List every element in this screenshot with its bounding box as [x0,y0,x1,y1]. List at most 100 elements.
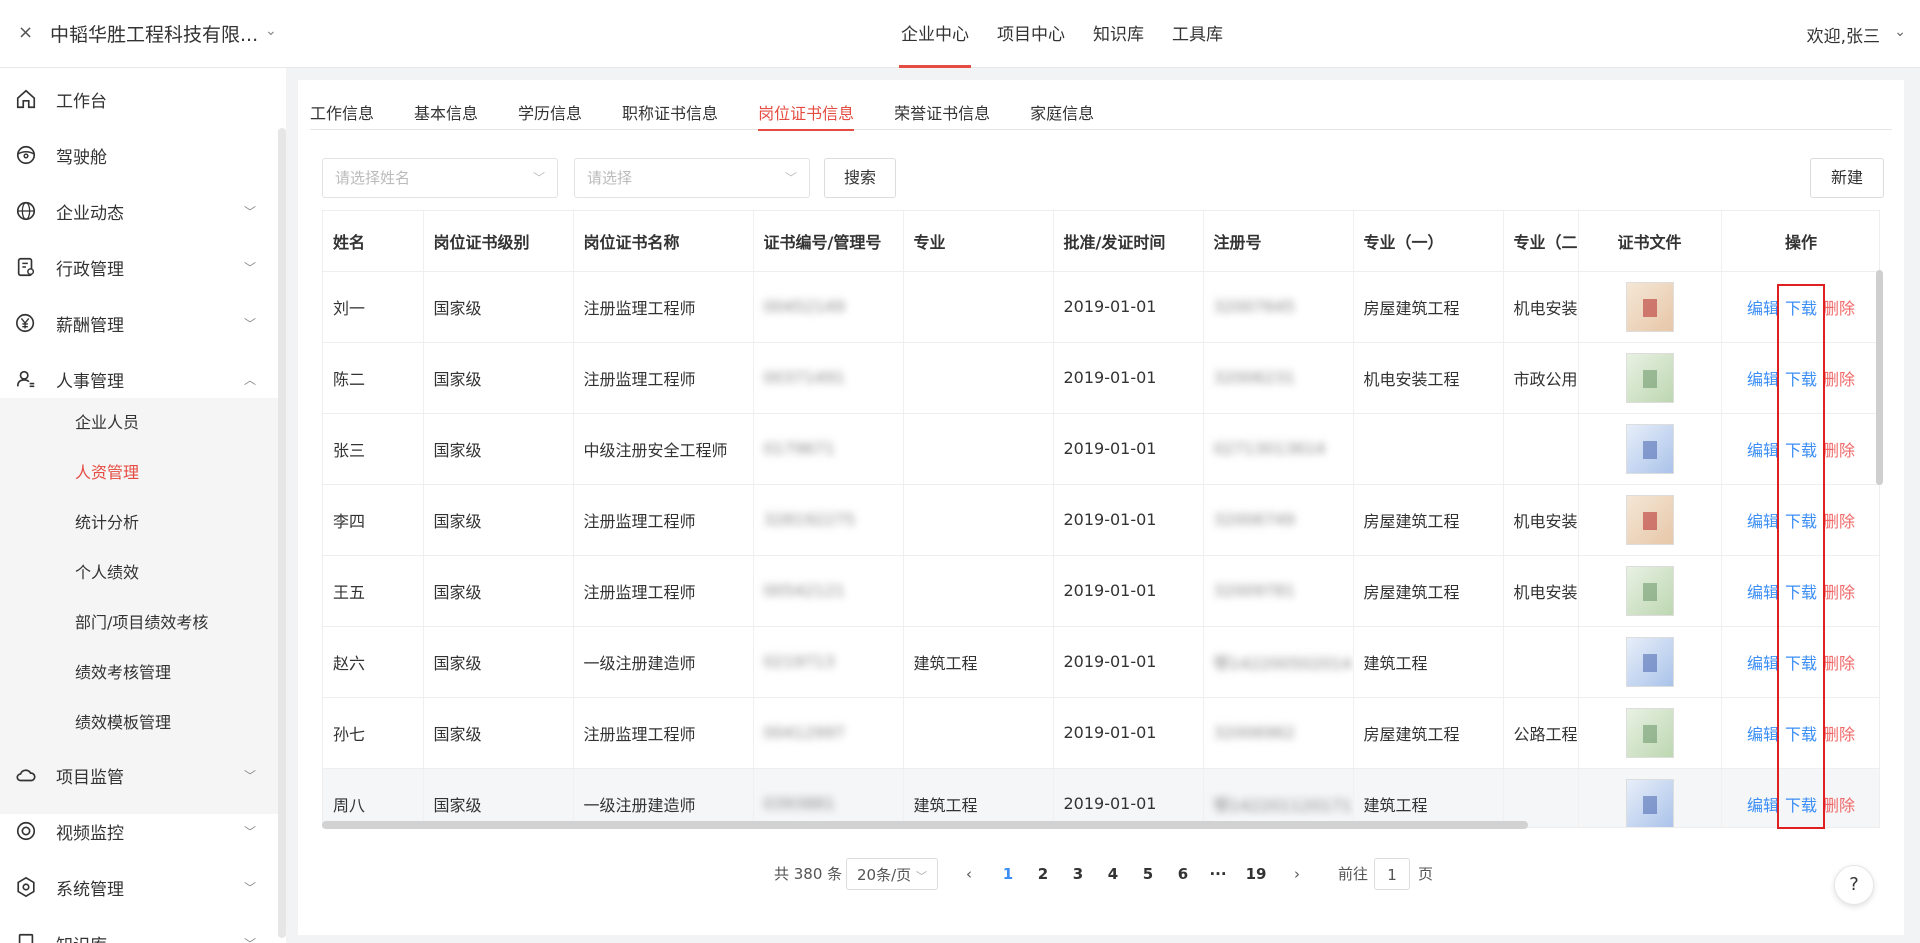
tab-family-info[interactable]: 家庭信息 [1030,100,1114,130]
tab-title-certificate[interactable]: 职称证书信息 [622,100,738,130]
certificate-thumbnail[interactable] [1625,707,1674,758]
user-welcome[interactable]: 欢迎,张三 [1807,22,1880,47]
sidebar-subitem-staff[interactable]: 企业人员 [0,398,278,448]
delete-link[interactable]: 删除 [1823,441,1855,460]
sidebar-subitem-dept-performance[interactable]: 部门/项目绩效考核 [0,598,278,648]
chevron-up-icon: ︿ [243,372,256,387]
delete-link[interactable]: 删除 [1823,725,1855,744]
sidebar-item-cockpit[interactable]: 驾驶舱 [0,128,278,182]
sidebar-item-label: 工作台 [56,91,107,112]
delete-link[interactable]: 删除 [1823,370,1855,389]
delete-link[interactable]: 删除 [1823,583,1855,602]
yen-icon [14,311,38,335]
sidebar-item-workbench[interactable]: 工作台 [0,72,278,126]
edit-link[interactable]: 编辑 [1747,299,1779,318]
redacted-value: 00412997 [763,723,845,742]
edit-link[interactable]: 编辑 [1747,512,1779,531]
delete-link[interactable]: 删除 [1823,512,1855,531]
nav-knowledge-base[interactable]: 知识库 [1079,0,1158,68]
table-cell: 国家级 [423,626,574,698]
table-horizontal-scrollbar[interactable] [322,821,1528,829]
sidebar-scrollbar[interactable] [278,128,286,938]
certificate-thumbnail[interactable] [1625,778,1674,827]
page-4[interactable]: 4 [1099,858,1127,890]
page-3[interactable]: 3 [1064,858,1092,890]
page-19[interactable]: 19 [1242,858,1270,890]
certificate-thumbnail[interactable] [1625,423,1674,474]
sidebar-item-salary[interactable]: 薪酬管理 ﹀ [0,296,278,350]
certificate-thumbnail[interactable] [1625,494,1674,545]
sidebar-item-video-monitoring[interactable]: 视频监控 ﹀ [0,804,278,858]
edit-link[interactable]: 编辑 [1747,370,1779,389]
delete-link[interactable]: 删除 [1823,299,1855,318]
delete-link[interactable]: 删除 [1823,796,1855,815]
search-button[interactable]: 搜索 [824,158,896,198]
chevron-down-icon[interactable]: ⌄ [1894,24,1906,40]
sidebar-item-label: 行政管理 [56,259,124,280]
sidebar-subitem-performance-templates[interactable]: 绩效模板管理 [0,698,278,748]
goto-page-input[interactable]: 1 [1374,858,1410,890]
table-row: 孙七 国家级 注册监理工程师 00412997 2019-01-01 32006962 房屋… [323,697,1879,769]
help-button[interactable]: ? [1834,865,1874,905]
edit-link[interactable]: 编辑 [1747,583,1779,602]
certificate-thumbnail[interactable] [1625,565,1674,616]
nav-project-center[interactable]: 项目中心 [983,0,1079,68]
table-vertical-scrollbar[interactable] [1876,270,1883,485]
tab-education-info[interactable]: 学历信息 [518,100,602,130]
table-cell: 32006962 [1203,697,1354,769]
category-select[interactable]: 请选择 ﹀ [574,158,810,198]
certificate-thumbnail[interactable] [1625,352,1674,403]
table-cell: 00412997 [753,697,904,769]
next-page-icon[interactable]: › [1294,858,1300,890]
nav-tools[interactable]: 工具库 [1158,0,1237,68]
redacted-value: 00371491 [763,368,845,387]
page-6[interactable]: 6 [1169,858,1197,890]
tab-work-info[interactable]: 工作信息 [310,100,394,130]
close-icon[interactable]: × [18,22,33,43]
delete-link[interactable]: 删除 [1823,654,1855,673]
sidebar-subitem-performance-management[interactable]: 绩效考核管理 [0,648,278,698]
prev-page-icon[interactable]: ‹ [966,858,972,890]
page-2[interactable]: 2 [1029,858,1057,890]
certificate-table: 姓名 岗位证书级别 岗位证书名称 证书编号/管理号 专业 批准/发证时间 注册号… [322,210,1880,828]
sidebar-item-administration[interactable]: 行政管理 ﹀ [0,240,278,294]
edit-link[interactable]: 编辑 [1747,796,1779,815]
tab-position-certificate[interactable]: 岗位证书信息 [758,100,874,131]
tab-honor-certificate[interactable]: 荣誉证书信息 [894,100,1010,130]
nav-enterprise-center[interactable]: 企业中心 [887,0,983,68]
page-size-select[interactable]: 20条/页 ﹀ [846,858,938,890]
edit-link[interactable]: 编辑 [1747,725,1779,744]
tab-basic-info[interactable]: 基本信息 [414,100,498,130]
company-name[interactable]: 中韬华胜工程科技有限... [50,20,258,47]
home-icon [14,87,38,111]
sidebar-subitem-hr-management[interactable]: 人资管理 [0,448,278,498]
table-cell: 国家级 [423,768,574,827]
sidebar-item-enterprise-news[interactable]: 企业动态 ﹀ [0,184,278,238]
certificate-thumbnail[interactable] [1625,636,1674,687]
sidebar-subitem-personal-performance[interactable]: 个人绩效 [0,548,278,598]
edit-link[interactable]: 编辑 [1747,441,1779,460]
new-button[interactable]: 新建 [1810,158,1884,198]
certificate-thumbnail[interactable] [1625,281,1674,332]
page-1[interactable]: 1 [994,858,1022,890]
pagination-total: 共 380 条 [774,865,843,883]
table-cell: 机电安装工程 [1353,342,1504,414]
sidebar-item-knowledge[interactable]: 知识库 ﹀ [0,916,278,943]
page-ellipsis[interactable]: ··· [1204,858,1232,890]
sidebar-item-system-management[interactable]: 系统管理 ﹀ [0,860,278,914]
globe-icon [14,199,38,223]
steering-wheel-icon [14,143,38,167]
sidebar-item-project-supervision[interactable]: 项目监管 ﹀ [0,748,278,802]
chevron-down-icon: ﹀ [243,768,256,783]
chevron-down-icon[interactable]: ⌄ [265,23,277,39]
cloud-icon [14,763,38,787]
header-cert-file: 证书文件 [1578,211,1722,272]
edit-link[interactable]: 编辑 [1747,654,1779,673]
name-select[interactable]: 请选择姓名 ﹀ [322,158,558,198]
page-5[interactable]: 5 [1134,858,1162,890]
main-panel: 工作信息 基本信息 学历信息 职称证书信息 岗位证书信息 荣誉证书信息 家庭信息… [298,80,1904,935]
sidebar-subitem-statistics[interactable]: 统计分析 [0,498,278,548]
redacted-value: 32006749 [1213,510,1295,529]
table-cell: 2019-01-01 [1053,626,1204,698]
info-tabs: 工作信息 基本信息 学历信息 职称证书信息 岗位证书信息 荣誉证书信息 家庭信息 [310,100,1892,131]
